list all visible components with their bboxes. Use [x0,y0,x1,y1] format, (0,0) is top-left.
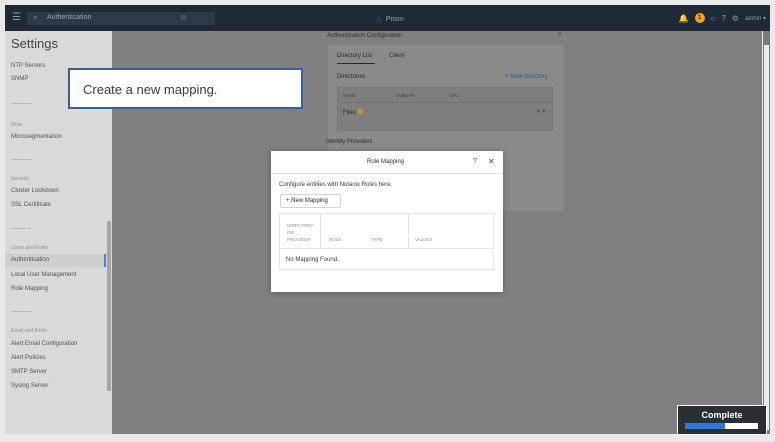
divider [338,102,552,103]
gear-icon[interactable]: ⚙ [732,14,739,23]
role-mapping-dialog: Role Mapping ? ✕ Configure entities with… [271,151,503,292]
user-name: admin [744,15,762,22]
sidebar-item-authentication[interactable]: Authentication [11,257,49,263]
question-icon[interactable]: ? [558,33,561,39]
instruction-callout: Create a new mapping. [68,68,303,109]
sidebar-item-snmp[interactable]: SNMP [11,76,28,82]
dialog-header: Role Mapping ? ✕ [271,151,503,174]
sidebar-item-cluster-lockdown[interactable]: Cluster Lockdown [11,188,59,194]
chevron-down-icon: ▾ [762,15,766,22]
column-header: OR [287,230,294,235]
auth-config-title: Authentication Configuration [327,33,403,39]
search-icon: ⌕ [33,13,38,22]
new-directory-link[interactable]: + New Directory [505,74,548,80]
column-header: DIRECTORY [287,223,314,228]
search-input[interactable]: ⌕ Authentication ⊗ [27,12,215,25]
column-header: NAME [343,93,357,98]
hamburger-icon[interactable]: ☰ [12,12,21,24]
directories-heading: Directories [337,74,366,80]
sidebar-item-syslog[interactable]: Syslog Server [11,383,48,389]
sidebar-item-role-mapping[interactable]: Role Mapping [11,286,48,292]
top-bar-actions: 🔔 1 ○ ? ⚙ admin ▾ [679,11,766,25]
alert-count-badge[interactable]: 1 [694,13,705,23]
sidebar-section-users: Users and Roles [11,245,48,251]
directory-name: Files [343,110,356,116]
column-header: PROVIDER [287,237,311,242]
column-header: URL [450,93,460,98]
column-header: DOMAIN [396,93,414,98]
bell-icon[interactable]: 🔔 [679,14,689,23]
page-scrollbar[interactable] [763,31,770,434]
divider [11,103,31,104]
dialog-description: Configure entities with Nutanix Roles he… [279,182,393,188]
prism-logo[interactable]: ◬ Prism [375,13,404,24]
scrollbar-thumb[interactable] [764,45,769,430]
column-divider [321,214,367,249]
column-header: TYPE [371,237,383,242]
sidebar-item-alert-email[interactable]: Alert Email Configuration [11,341,77,347]
sidebar-item-local-user-management[interactable]: Local User Management [11,272,76,278]
search-value: Authentication [47,14,92,21]
sidebar-scrollbar[interactable] [107,221,111,391]
table-row[interactable]: Files [343,109,363,116]
divider [11,228,31,229]
warning-icon [357,109,363,114]
page-title: Settings [11,36,58,51]
question-icon[interactable]: ? [721,14,725,23]
active-tab-underline [337,63,375,64]
close-icon[interactable]: ✕ [488,157,495,166]
sidebar-item-smtp[interactable]: SMTP Server [11,369,47,375]
prism-logo-icon: ◬ [375,13,382,23]
question-icon[interactable]: ? [473,158,477,165]
column-header: VALUES [415,237,433,242]
mapping-table-header: DIRECTORY OR PROVIDER ROLE TYPE VALUES [280,214,493,249]
column-divider [367,214,409,249]
divider [11,311,31,312]
sidebar-section-flow: Flow [11,122,22,128]
mapping-table: DIRECTORY OR PROVIDER ROLE TYPE VALUES N… [279,213,494,270]
callout-text: Create a new mapping. [83,82,218,97]
close-icon[interactable]: ⊗ [180,13,187,22]
row-actions[interactable]: ✎ ✕ [536,109,546,115]
tab-client[interactable]: Client [389,53,404,59]
complete-label: Complete [701,410,743,420]
sidebar-item-ssl-certificate[interactable]: SSL Certificate [11,202,51,208]
user-menu[interactable]: admin ▾ [745,15,766,22]
identity-providers-heading: Identity Providers [326,139,373,145]
sidebar-section-email: Email and Alerts [11,328,48,334]
dialog-title: Role Mapping [367,159,405,165]
sidebar-item-microsegmentation[interactable]: Microsegmentation [11,134,62,140]
sidebar-section-security: Security [11,176,30,182]
empty-state-text: No Mapping Found. [286,257,339,263]
logo-text: Prism [385,16,404,23]
completion-widget: Complete [677,405,767,435]
sidebar-item-alert-policies[interactable]: Alert Policies [11,355,46,361]
tab-directory-list[interactable]: Directory List [337,53,372,59]
circle-icon[interactable]: ○ [711,14,716,23]
progress-bar [685,423,758,429]
sidebar-item-ntp[interactable]: NTP Servers [11,63,45,69]
new-mapping-button[interactable]: + New Mapping [280,194,341,208]
progress-fill [685,423,726,429]
divider [11,159,31,160]
column-header: ROLE [329,237,342,242]
top-bar: ☰ ⌕ Authentication ⊗ ◬ Prism 🔔 1 ○ ? ⚙ ad… [5,5,770,31]
directory-table: NAME DOMAIN URL Files ✎ ✕ [337,87,553,131]
